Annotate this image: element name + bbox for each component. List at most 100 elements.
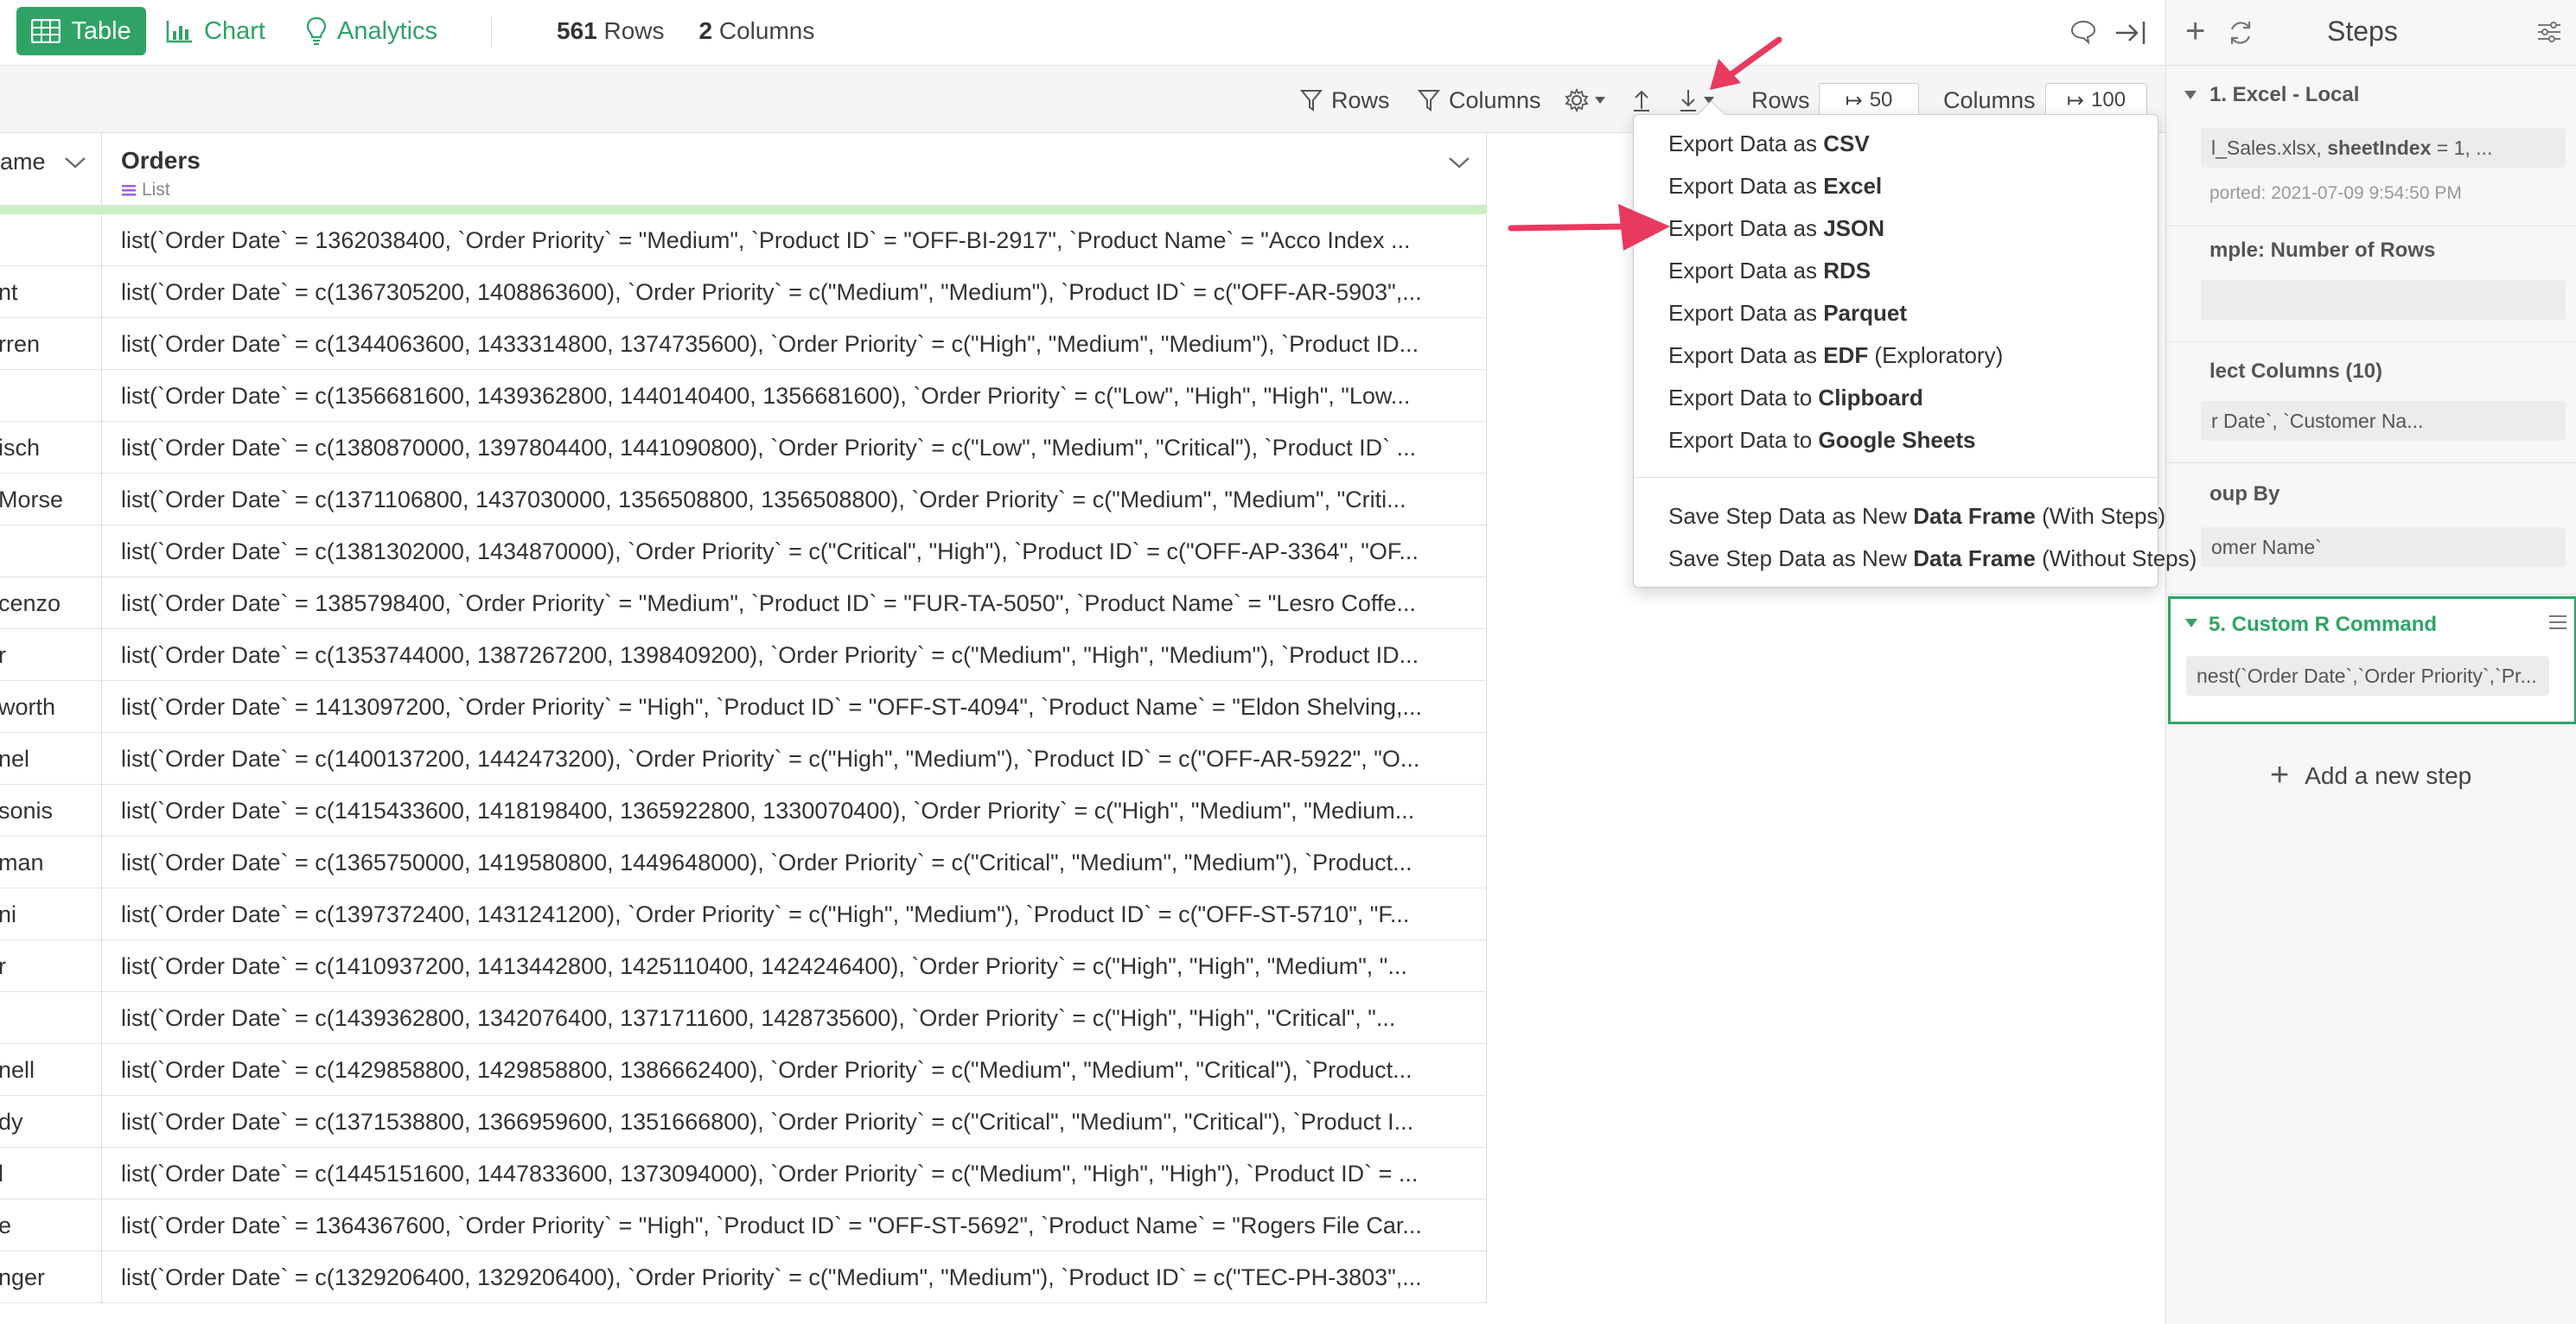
cell-customer-name[interactable]: r <box>0 629 102 681</box>
table-row[interactable]: rlist(`Order Date` = c(1353744000, 13872… <box>0 629 1487 681</box>
cell-orders[interactable]: list(`Order Date` = c(1439362800, 134207… <box>102 992 1487 1044</box>
rows-filter-button[interactable]: Rows <box>1300 85 1390 116</box>
column-header-orders[interactable]: Orders List <box>102 133 1487 206</box>
table-row[interactable]: cenzo list(`Order Date` = 1385798400, `Or… <box>0 577 1487 629</box>
cell-customer-name[interactable]: e <box>0 1200 102 1251</box>
chevron-down-icon[interactable] <box>64 156 86 169</box>
plus-icon[interactable]: + <box>2185 12 2205 51</box>
cell-customer-name[interactable]: man <box>0 837 102 888</box>
cell-customer-name[interactable]: nt <box>0 266 102 318</box>
cell-customer-name[interactable]: worth <box>0 681 102 733</box>
sliders-icon[interactable] <box>2536 19 2562 45</box>
menu-item-parquet[interactable]: Export Data as Parquet <box>1668 300 1907 327</box>
step-custom-r-command[interactable]: 5. Custom R Command nest(`Order Date`,`O… <box>2168 596 2576 724</box>
step-sample-rows[interactable]: mple: Number of Rows <box>2166 226 2576 342</box>
menu-item-excel[interactable]: Export Data as Excel <box>1668 173 1882 200</box>
table-row[interactable]: man list(`Order Date` = c(1365750000, 141… <box>0 837 1487 888</box>
cell-orders[interactable]: list(`Order Date` = c(1381302000, 143487… <box>102 525 1487 577</box>
cell-customer-name[interactable] <box>0 992 102 1044</box>
columns-filter-button[interactable]: Columns <box>1418 85 1541 116</box>
hamburger-menu-icon[interactable] <box>2547 613 2568 632</box>
cell-orders[interactable]: list(`Order Date` = c(1371106800, 143703… <box>102 474 1487 525</box>
cell-customer-name[interactable]: ni <box>0 888 102 940</box>
cell-customer-name[interactable]: rren <box>0 318 102 370</box>
cell-customer-name[interactable]: dy <box>0 1096 102 1148</box>
tab-chart[interactable]: Chart <box>166 7 265 55</box>
table-row[interactable]: sonis list(`Order Date` = c(1415433600, 1… <box>0 785 1487 837</box>
table-row[interactable]: Morse list(`Order Date` = c(1371106800, 1… <box>0 474 1487 525</box>
menu-item-edf[interactable]: Export Data as EDF (Exploratory) <box>1668 342 2003 369</box>
cell-customer-name[interactable]: cenzo <box>0 577 102 629</box>
cell-orders[interactable]: list(`Order Date` = c(1410937200, 141344… <box>102 940 1487 992</box>
caret-down-icon[interactable] <box>2184 618 2198 628</box>
table-row[interactable]: nell list(`Order Date` = c(1429858800, 14… <box>0 1044 1487 1096</box>
import-button[interactable] <box>1632 85 1651 116</box>
table-row[interactable]: list(`Order Date` = c(1381302000, 143487… <box>0 525 1487 577</box>
cell-customer-name[interactable] <box>0 214 102 266</box>
cell-customer-name[interactable]: sonis <box>0 785 102 837</box>
cell-orders[interactable]: list(`Order Date` = c(1415433600, 141819… <box>102 785 1487 837</box>
cell-orders[interactable]: list(`Order Date` = c(1367305200, 140886… <box>102 266 1487 318</box>
refresh-icon[interactable] <box>2227 19 2254 47</box>
cell-orders[interactable]: list(`Order Date` = 1362038400, `Order P… <box>102 214 1487 266</box>
menu-item-rds[interactable]: Export Data as RDS <box>1668 258 1871 284</box>
table-row[interactable]: isch list(`Order Date` = c(1380870000, 13… <box>0 422 1487 474</box>
cell-orders[interactable]: list(`Order Date` = 1364367600, `Order P… <box>102 1200 1487 1251</box>
cell-customer-name[interactable] <box>0 525 102 577</box>
caret-down-icon[interactable] <box>2184 90 2197 100</box>
menu-item-google-sheets[interactable]: Export Data to Google Sheets <box>1668 427 1975 454</box>
table-row[interactable]: rlist(`Order Date` = c(1410937200, 14134… <box>0 940 1487 992</box>
cell-orders[interactable]: list(`Order Date` = c(1429858800, 142985… <box>102 1044 1487 1096</box>
column-header-customer-name[interactable]: lame <box>0 133 102 206</box>
collapse-panel-icon[interactable] <box>2114 19 2147 47</box>
cell-customer-name[interactable]: nel <box>0 733 102 785</box>
cell-orders[interactable]: list(`Order Date` = c(1365750000, 141958… <box>102 837 1487 888</box>
cell-orders[interactable]: list(`Order Date` = c(1344063600, 143331… <box>102 318 1487 370</box>
cell-orders[interactable]: list(`Order Date` = c(1329206400, 132920… <box>102 1251 1487 1303</box>
menu-item-json[interactable]: Export Data as JSON <box>1668 215 1884 242</box>
table-row[interactable]: nger list(`Order Date` = c(1329206400, 13… <box>0 1251 1487 1303</box>
chevron-down-icon[interactable] <box>1448 156 1470 169</box>
columns-limit-input[interactable]: ↦ 100 <box>2045 83 2147 118</box>
table-row[interactable]: dy list(`Order Date` = c(1371538800, 1366… <box>0 1096 1487 1148</box>
cell-orders[interactable]: list(`Order Date` = 1413097200, `Order P… <box>102 681 1487 733</box>
cell-orders[interactable]: list(`Order Date` = c(1397372400, 143124… <box>102 888 1487 940</box>
cell-orders[interactable]: list(`Order Date` = c(1445151600, 144783… <box>102 1148 1487 1200</box>
cell-customer-name[interactable]: isch <box>0 422 102 474</box>
cell-customer-name[interactable]: r <box>0 940 102 992</box>
step-group-by[interactable]: oup By omer Name` <box>2166 463 2576 595</box>
table-row[interactable]: list(`Order Date` = c(1439362800, 134207… <box>0 992 1487 1044</box>
table-row[interactable]: list(`Order Date` = c(1356681600, 143936… <box>0 370 1487 422</box>
cell-orders[interactable]: list(`Order Date` = c(1371538800, 136695… <box>102 1096 1487 1148</box>
table-row[interactable]: elist(`Order Date` = 1364367600, `Order … <box>0 1200 1487 1251</box>
cell-orders[interactable]: list(`Order Date` = 1385798400, `Order P… <box>102 577 1487 629</box>
cell-customer-name[interactable] <box>0 370 102 422</box>
table-row[interactable]: rren list(`Order Date` = c(1344063600, 14… <box>0 318 1487 370</box>
cell-orders[interactable]: list(`Order Date` = c(1380870000, 139780… <box>102 422 1487 474</box>
cell-orders[interactable]: list(`Order Date` = c(1356681600, 143936… <box>102 370 1487 422</box>
rows-limit-input[interactable]: ↦ 50 <box>1819 83 1919 118</box>
table-row[interactable]: llist(`Order Date` = c(1445151600, 14478… <box>0 1148 1487 1200</box>
settings-button[interactable] <box>1565 85 1606 116</box>
cell-orders[interactable]: list(`Order Date` = c(1353744000, 138726… <box>102 629 1487 681</box>
cell-customer-name[interactable]: nger <box>0 1251 102 1303</box>
menu-item-csv[interactable]: Export Data as CSV <box>1668 130 1870 157</box>
table-row[interactable]: nt list(`Order Date` = c(1367305200, 1408… <box>0 266 1487 318</box>
add-step-button[interactable]: + Add a new step <box>2270 757 2471 794</box>
step-excel-local[interactable]: 1. Excel - Local l_Sales.xlsx, sheetInde… <box>2166 66 2576 226</box>
menu-item-clipboard[interactable]: Export Data to Clipboard <box>1668 385 1923 411</box>
menu-item-data-frame-with-steps[interactable]: Save Step Data as New Data Frame (With S… <box>1668 503 2165 530</box>
table-row[interactable]: nel list(`Order Date` = c(1400137200, 144… <box>0 733 1487 785</box>
table-row[interactable]: worth list(`Order Date` = 1413097200, `Or… <box>0 681 1487 733</box>
tab-table[interactable]: Table <box>16 7 146 55</box>
table-row[interactable]: ni list(`Order Date` = c(1397372400, 1431… <box>0 888 1487 940</box>
comment-icon[interactable] <box>2069 19 2097 45</box>
step-select-columns[interactable]: lect Columns (10) r Date`, `Customer Na.… <box>2166 342 2576 463</box>
tab-analytics[interactable]: Analytics <box>306 7 437 55</box>
cell-orders[interactable]: list(`Order Date` = c(1400137200, 144247… <box>102 733 1487 785</box>
table-row[interactable]: list(`Order Date` = 1362038400, `Order P… <box>0 214 1487 266</box>
cell-customer-name[interactable]: Morse <box>0 474 102 525</box>
cell-customer-name[interactable]: nell <box>0 1044 102 1096</box>
menu-item-data-frame-without-steps[interactable]: Save Step Data as New Data Frame (Withou… <box>1668 545 2197 572</box>
cell-customer-name[interactable]: l <box>0 1148 102 1200</box>
